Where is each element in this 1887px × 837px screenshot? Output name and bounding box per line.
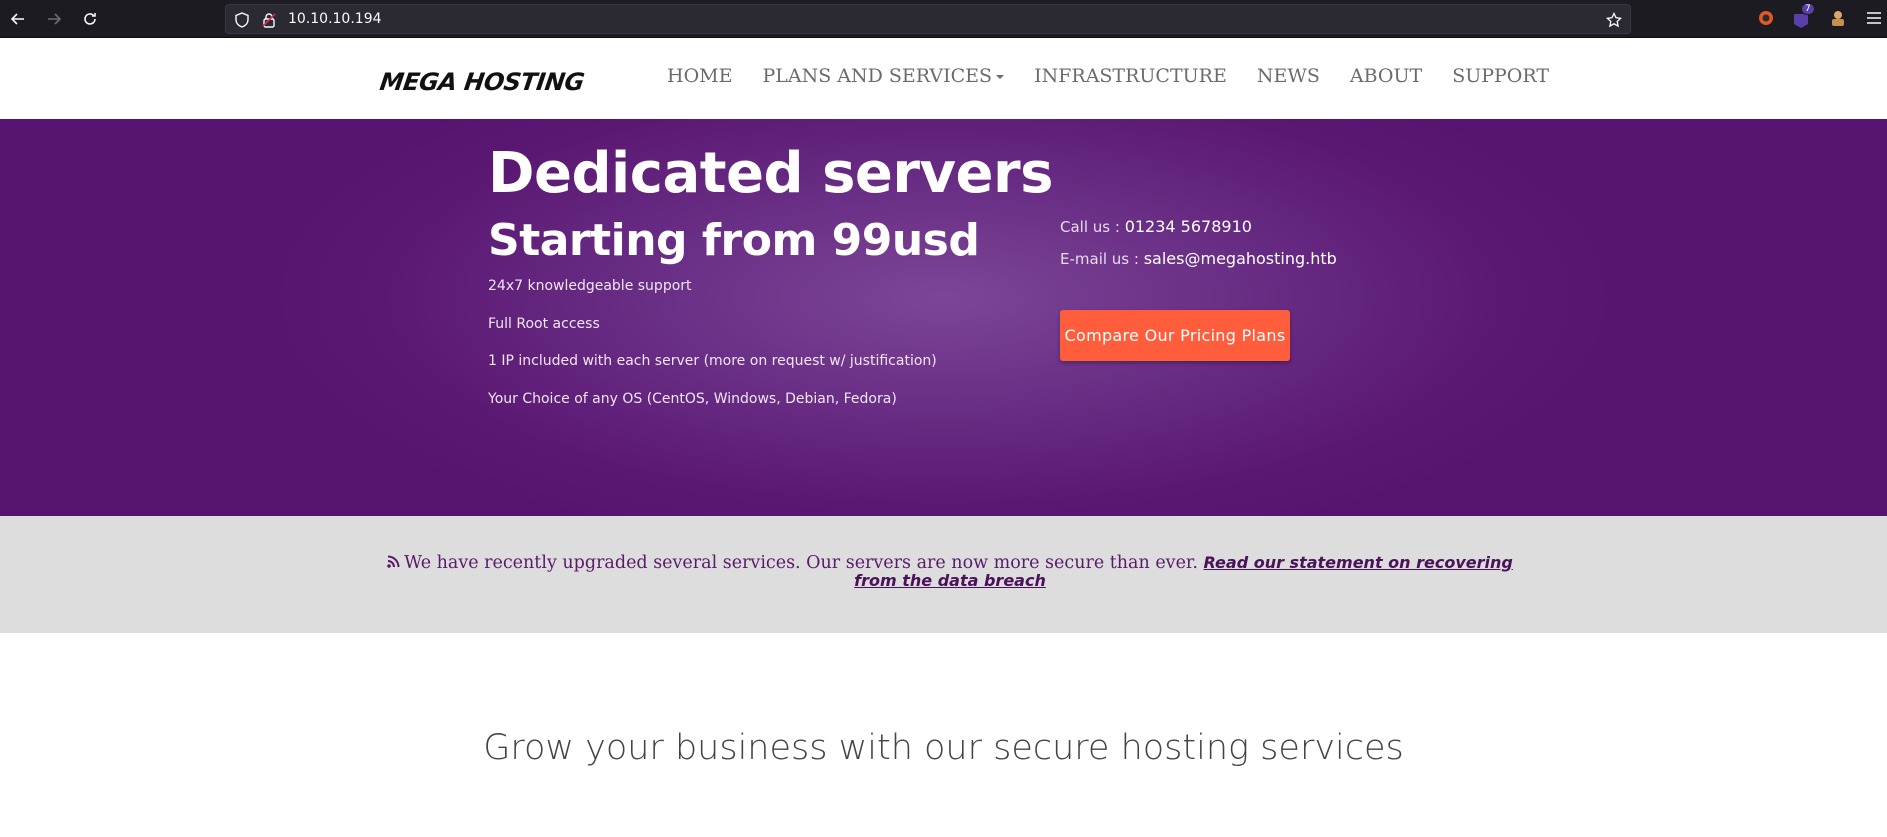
nav-plans-and-services[interactable]: PLANS AND SERVICES	[762, 65, 1005, 87]
firefox-extension-icon[interactable]	[1756, 8, 1776, 28]
main-nav: HOME PLANS AND SERVICES INFRASTRUCTURE N…	[667, 65, 1579, 87]
nav-home[interactable]: HOME	[667, 65, 732, 87]
email-label: E-mail us :	[1060, 250, 1144, 268]
caret-down-icon	[996, 75, 1005, 79]
feature-item: 24x7 knowledgeable support	[488, 278, 692, 294]
nav-about[interactable]: ABOUT	[1350, 65, 1422, 87]
browser-toolbar: 10.10.10.194 7	[0, 0, 1887, 38]
reload-button[interactable]	[78, 7, 102, 31]
user-agent-extension-icon[interactable]	[1828, 8, 1848, 28]
announcement-bar: We have recently upgraded several servic…	[0, 516, 1887, 633]
feature-item: 1 IP included with each server (more on …	[488, 353, 937, 369]
lock-icon[interactable]	[261, 12, 277, 28]
email-address[interactable]: sales@megahosting.htb	[1144, 249, 1337, 268]
nav-infrastructure[interactable]: INFRASTRUCTURE	[1034, 65, 1227, 87]
rss-icon	[387, 555, 400, 568]
phone-label: Call us :	[1060, 218, 1125, 236]
section-heading: Grow your business with our secure hosti…	[483, 728, 1404, 768]
nav-news[interactable]: NEWS	[1257, 65, 1320, 87]
nav-support[interactable]: SUPPORT	[1452, 65, 1549, 87]
back-button[interactable]	[6, 7, 30, 31]
url-text[interactable]: 10.10.10.194	[288, 11, 382, 27]
announcement: We have recently upgraded several servic…	[380, 554, 1520, 590]
forward-button[interactable]	[42, 7, 66, 31]
menu-icon[interactable]	[1864, 8, 1884, 28]
reload-icon	[84, 13, 96, 25]
phone-contact: Call us : 01234 5678910	[1060, 217, 1252, 236]
compare-pricing-button[interactable]: Compare Our Pricing Plans	[1060, 310, 1290, 361]
feature-item: Your Choice of any OS (CentOS, Windows, …	[488, 391, 897, 407]
site-header: MEGA HOSTING HOME PLANS AND SERVICES INF…	[0, 38, 1887, 119]
bookmark-star-icon[interactable]	[1606, 12, 1622, 28]
email-contact: E-mail us : sales@megahosting.htb	[1060, 249, 1337, 268]
extension-with-badge[interactable]: 7	[1791, 3, 1815, 30]
address-bar[interactable]: 10.10.10.194	[225, 4, 1631, 34]
hero-subtitle: Starting from 99usd	[488, 215, 980, 266]
hero-title: Dedicated servers	[488, 141, 1053, 206]
hero-banner: Dedicated servers Starting from 99usd 24…	[0, 119, 1887, 516]
extension-badge: 7	[1801, 3, 1815, 15]
announcement-text: We have recently upgraded several servic…	[404, 553, 1198, 573]
shield-icon[interactable]	[234, 12, 250, 28]
nav-plans-label: PLANS AND SERVICES	[762, 65, 993, 87]
arrow-left-icon	[10, 13, 24, 25]
feature-item: Full Root access	[488, 316, 600, 332]
phone-number: 01234 5678910	[1124, 217, 1252, 236]
arrow-right-icon	[48, 13, 62, 25]
site-logo[interactable]: MEGA HOSTING	[378, 68, 586, 96]
